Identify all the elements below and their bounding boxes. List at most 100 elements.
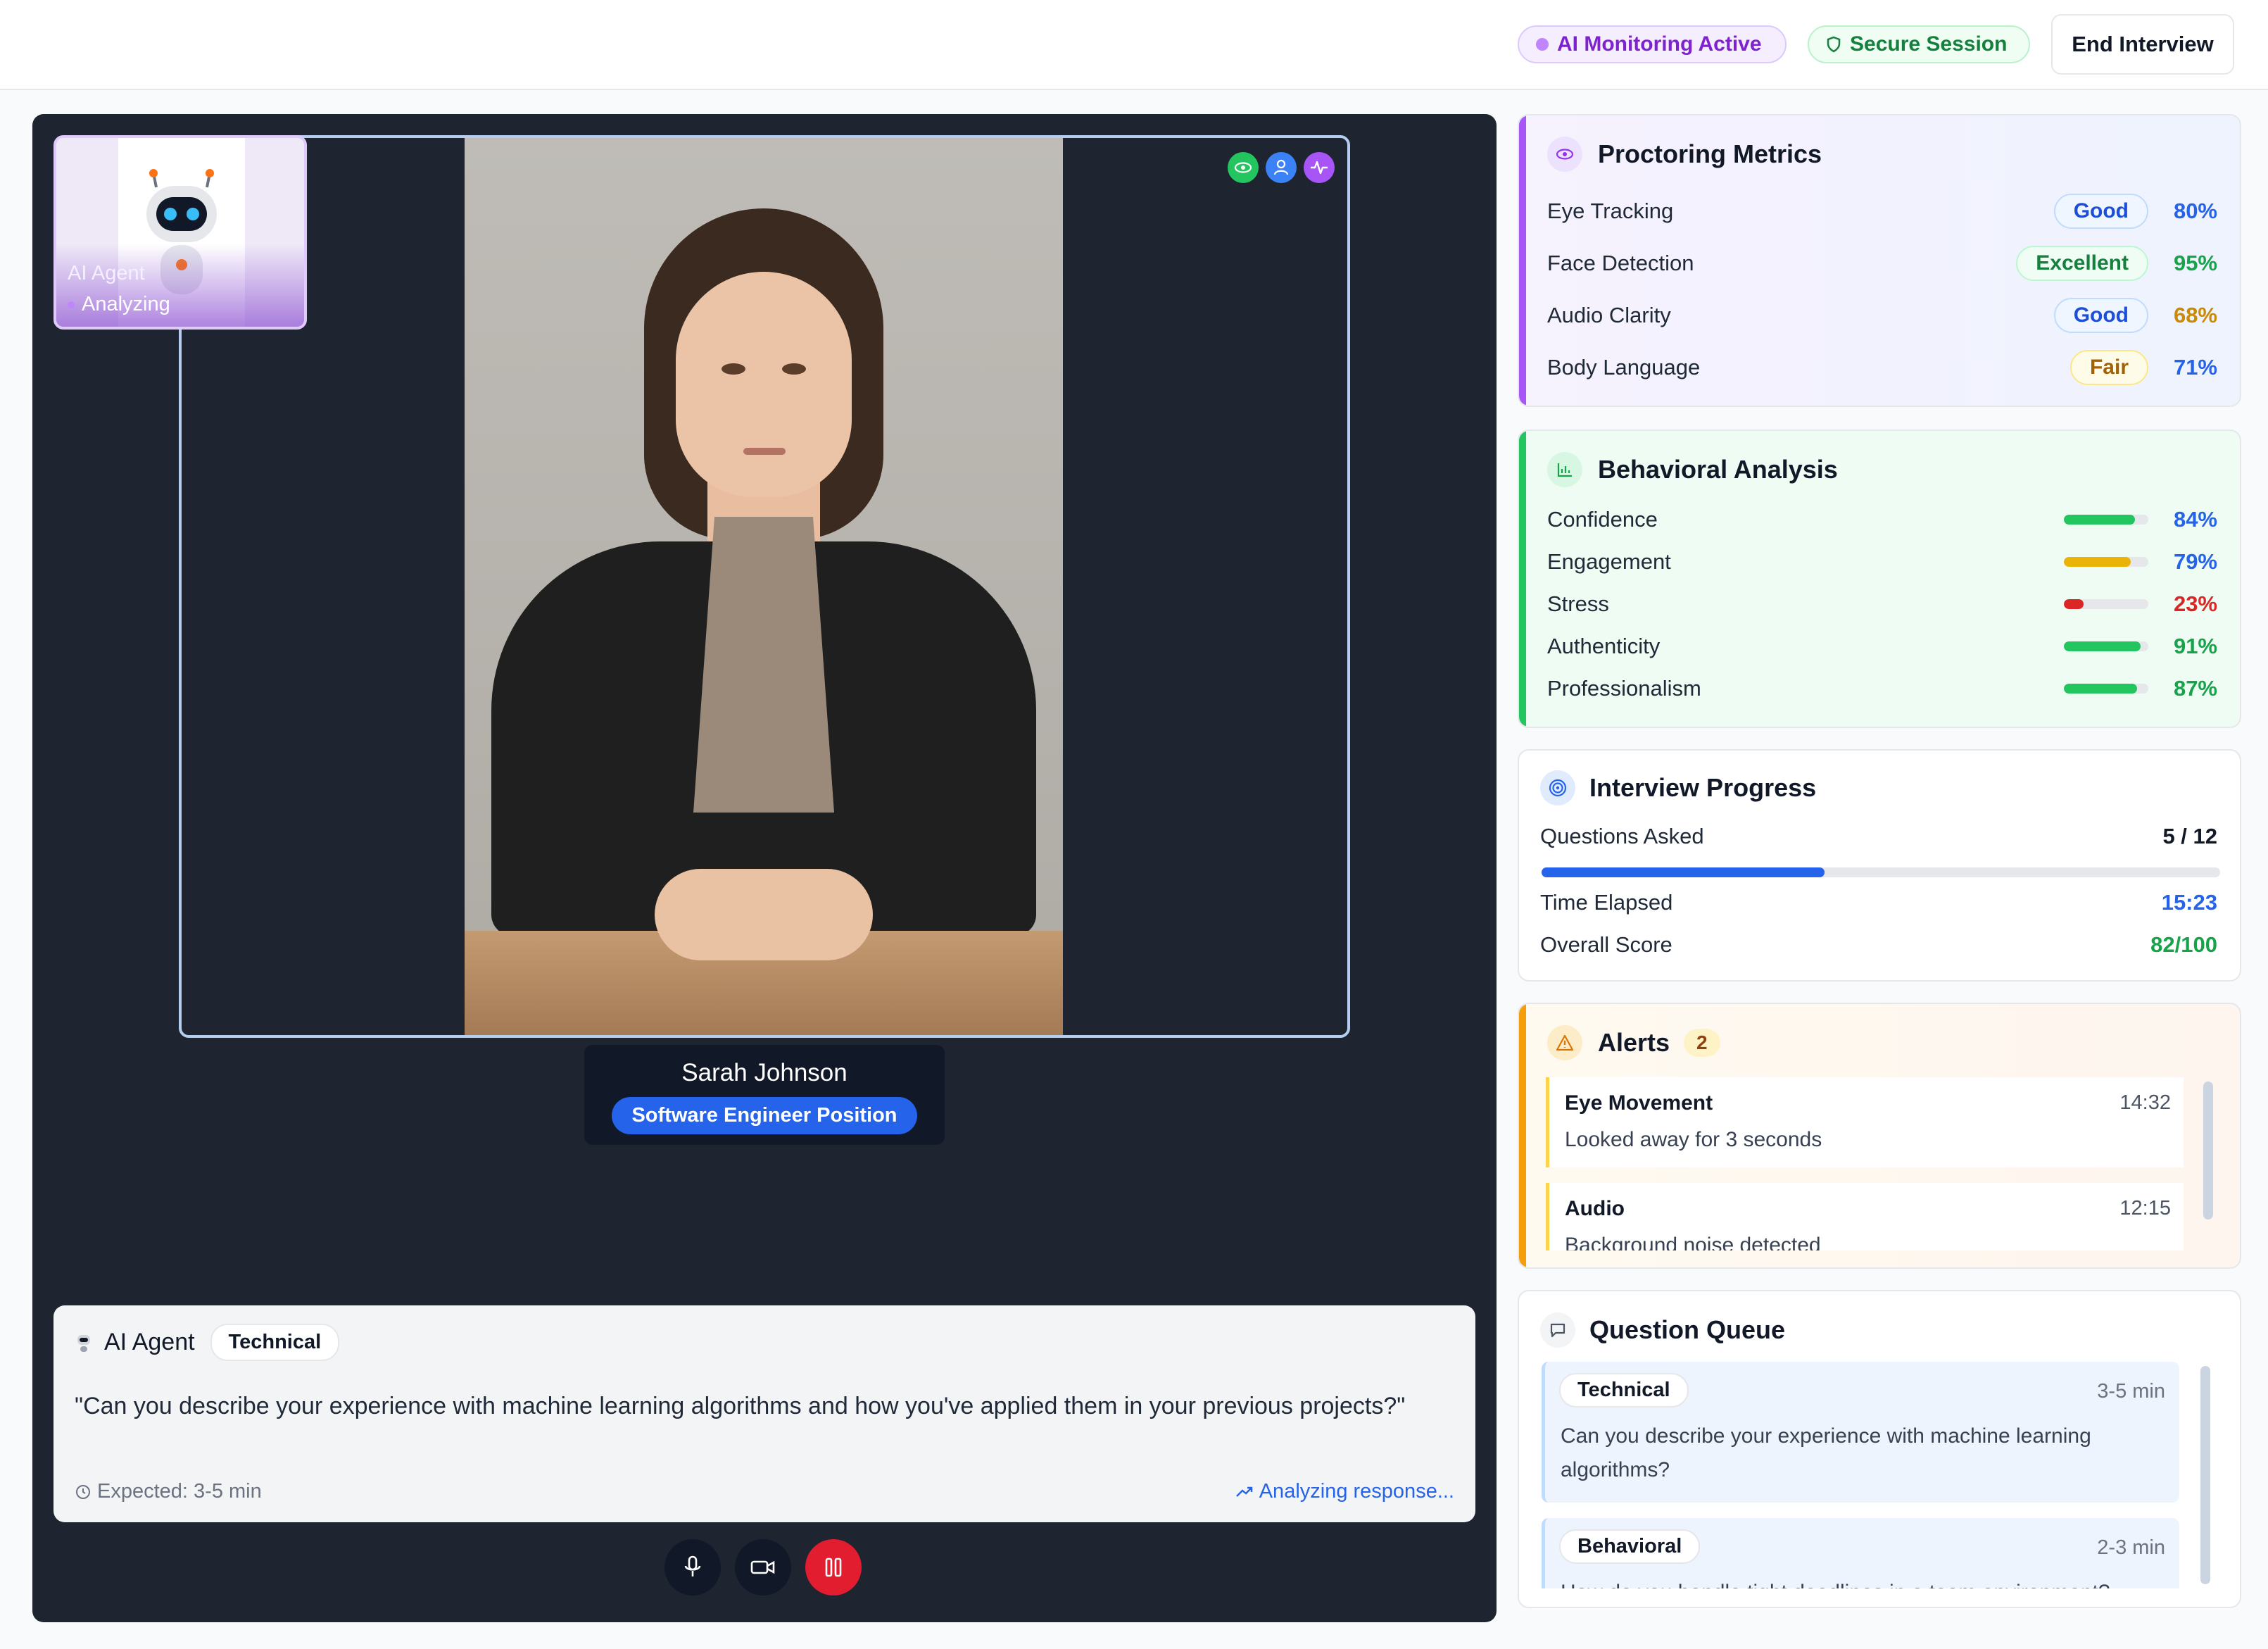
metric-face-detection: Face Detection Excellent 95% — [1547, 242, 2217, 284]
metric-badge: Excellent — [2016, 246, 2148, 281]
end-interview-button[interactable]: End Interview — [2051, 14, 2234, 75]
queue-item-text: Can you describe your experience with ma… — [1561, 1424, 2091, 1481]
question-text: "Can you describe your experience with m… — [75, 1393, 1406, 1419]
behavior-label: Authenticity — [1547, 634, 1661, 658]
queue-item-tag: Behavioral — [1559, 1529, 1701, 1564]
candidate-name: Sarah Johnson — [681, 1059, 848, 1086]
queue-title: Question Queue — [1589, 1315, 1786, 1344]
eye-icon — [1228, 152, 1259, 183]
behavior-row: Confidence 84% — [1547, 499, 2217, 541]
behavior-bar — [2064, 599, 2148, 609]
camera-button[interactable] — [735, 1539, 791, 1595]
metric-label: Eye Tracking — [1547, 199, 1674, 223]
queue-item[interactable]: Technical 3-5 min Can you describe your … — [1542, 1362, 2179, 1503]
alerts-card: Alerts 2 Eye Movement 14:32 Looked away … — [1518, 1003, 2241, 1269]
overall-score-value: 82/100 — [2150, 932, 2217, 957]
video-panel: AI Agent Analyzing Sarah Johnson Softwar… — [32, 114, 1497, 1622]
warning-icon — [1547, 1025, 1582, 1060]
ai-agent-status-label: Analyzing — [82, 293, 170, 315]
alert-title: Audio — [1565, 1197, 1625, 1220]
analyzing-label: Analyzing response... — [1259, 1480, 1454, 1503]
interview-progress-card: Interview Progress Questions Asked 5 / 1… — [1518, 749, 2241, 982]
metric-badge: Good — [2053, 194, 2148, 229]
analyzing-status: Analyzing response... — [1235, 1480, 1454, 1503]
questions-asked-value: 5 / 12 — [2162, 824, 2217, 848]
metric-badge: Good — [2053, 298, 2148, 333]
progress-title: Interview Progress — [1589, 773, 1817, 802]
target-icon — [1540, 770, 1575, 805]
questions-progress-bar — [1542, 867, 2220, 877]
candidate-name-card: Sarah Johnson Software Engineer Position — [584, 1045, 945, 1145]
behavior-value: 91% — [2173, 634, 2217, 658]
behavior-label: Engagement — [1547, 549, 1671, 574]
activity-icon — [1304, 152, 1335, 183]
questions-asked-row: Questions Asked 5 / 12 — [1540, 815, 2217, 858]
time-elapsed-row: Time Elapsed 15:23 — [1540, 882, 2217, 924]
alert-item[interactable]: Audio 12:15 Background noise detected — [1546, 1183, 2184, 1250]
metric-value: 80% — [2173, 199, 2217, 223]
queue-item-text: How do you handle tight deadlines in a t… — [1561, 1576, 2152, 1588]
queue-item-tag: Technical — [1559, 1373, 1689, 1407]
behavior-bar — [2064, 557, 2148, 567]
behavior-row: Stress 23% — [1547, 583, 2217, 625]
metric-eye-tracking: Eye Tracking Good 80% — [1547, 190, 2217, 232]
behavior-label: Professionalism — [1547, 676, 1701, 701]
alerts-title: Alerts — [1598, 1028, 1670, 1057]
overall-score-label: Overall Score — [1540, 932, 1672, 957]
camera-icon — [750, 1560, 775, 1574]
metric-body-language: Body Language Fair 71% — [1547, 346, 2217, 389]
secure-session-label: Secure Session — [1850, 32, 2008, 56]
expected-duration: Expected: 3-5 min — [75, 1480, 262, 1503]
alert-time: 12:15 — [2119, 1197, 2171, 1219]
bar-chart-icon — [1547, 452, 1582, 487]
behavior-bar-fill — [2064, 557, 2131, 567]
candidate-portrait — [465, 138, 1063, 1035]
metric-label: Body Language — [1547, 355, 1701, 380]
behavior-bar — [2064, 515, 2148, 525]
behavior-row: Engagement 79% — [1547, 541, 2217, 583]
shield-icon — [1827, 36, 1841, 53]
queue-item[interactable]: Behavioral 2-3 min How do you handle tig… — [1542, 1518, 2179, 1588]
candidate-position: Software Engineer Position — [612, 1097, 917, 1134]
behavioral-analysis-card: Behavioral Analysis Confidence 84% Engagem… — [1518, 430, 2241, 728]
behavior-row: Professionalism 87% — [1547, 667, 2217, 710]
behavior-value: 23% — [2173, 591, 2217, 616]
behavior-bar — [2064, 684, 2148, 694]
call-controls — [664, 1539, 862, 1595]
current-question-card: AI Agent Technical "Can you describe you… — [53, 1305, 1475, 1522]
metric-label: Audio Clarity — [1547, 303, 1671, 327]
question-agent-label: AI Agent — [104, 1329, 195, 1355]
queue-list[interactable]: Technical 3-5 min Can you describe your … — [1519, 1362, 2240, 1588]
metric-audio-clarity: Audio Clarity Good 68% — [1547, 294, 2217, 337]
ai-agent-status: Analyzing — [68, 293, 170, 316]
alerts-list[interactable]: Eye Movement 14:32 Looked away for 3 sec… — [1519, 1077, 2240, 1250]
alert-item[interactable]: Eye Movement 14:32 Looked away for 3 sec… — [1546, 1077, 2184, 1167]
ai-agent-thumbnail: AI Agent Analyzing — [53, 135, 307, 330]
behavior-value: 84% — [2173, 507, 2217, 532]
monitoring-dot-icon — [1536, 38, 1549, 51]
message-icon — [1540, 1312, 1575, 1348]
microphone-button[interactable] — [664, 1539, 721, 1595]
metric-value: 68% — [2173, 303, 2217, 327]
pause-button[interactable] — [805, 1539, 862, 1595]
question-category-tag: Technical — [210, 1324, 340, 1361]
behavior-bar-fill — [2064, 599, 2084, 609]
behavior-value: 87% — [2173, 676, 2217, 701]
alerts-scrollbar[interactable] — [2203, 1081, 2213, 1219]
queue-scrollbar[interactable] — [2200, 1366, 2210, 1584]
question-queue-card: Question Queue Technical 3-5 min Can you… — [1518, 1290, 2241, 1608]
microphone-icon — [684, 1555, 701, 1576]
eye-icon — [1547, 137, 1582, 172]
overall-score-row: Overall Score 82/100 — [1540, 924, 2217, 966]
video-status-icons — [1228, 152, 1335, 183]
behavior-bar-fill — [2064, 515, 2135, 525]
metric-label: Face Detection — [1547, 251, 1694, 275]
metric-value: 95% — [2173, 251, 2217, 275]
alerts-count-badge: 2 — [1684, 1029, 1720, 1057]
alert-time: 14:32 — [2119, 1091, 2171, 1114]
behavior-bar — [2064, 641, 2148, 651]
robot-icon — [77, 1334, 90, 1352]
ai-monitoring-badge: AI Monitoring Active — [1518, 25, 1787, 63]
trending-up-icon — [1235, 1486, 1252, 1497]
clock-icon — [76, 1484, 90, 1499]
